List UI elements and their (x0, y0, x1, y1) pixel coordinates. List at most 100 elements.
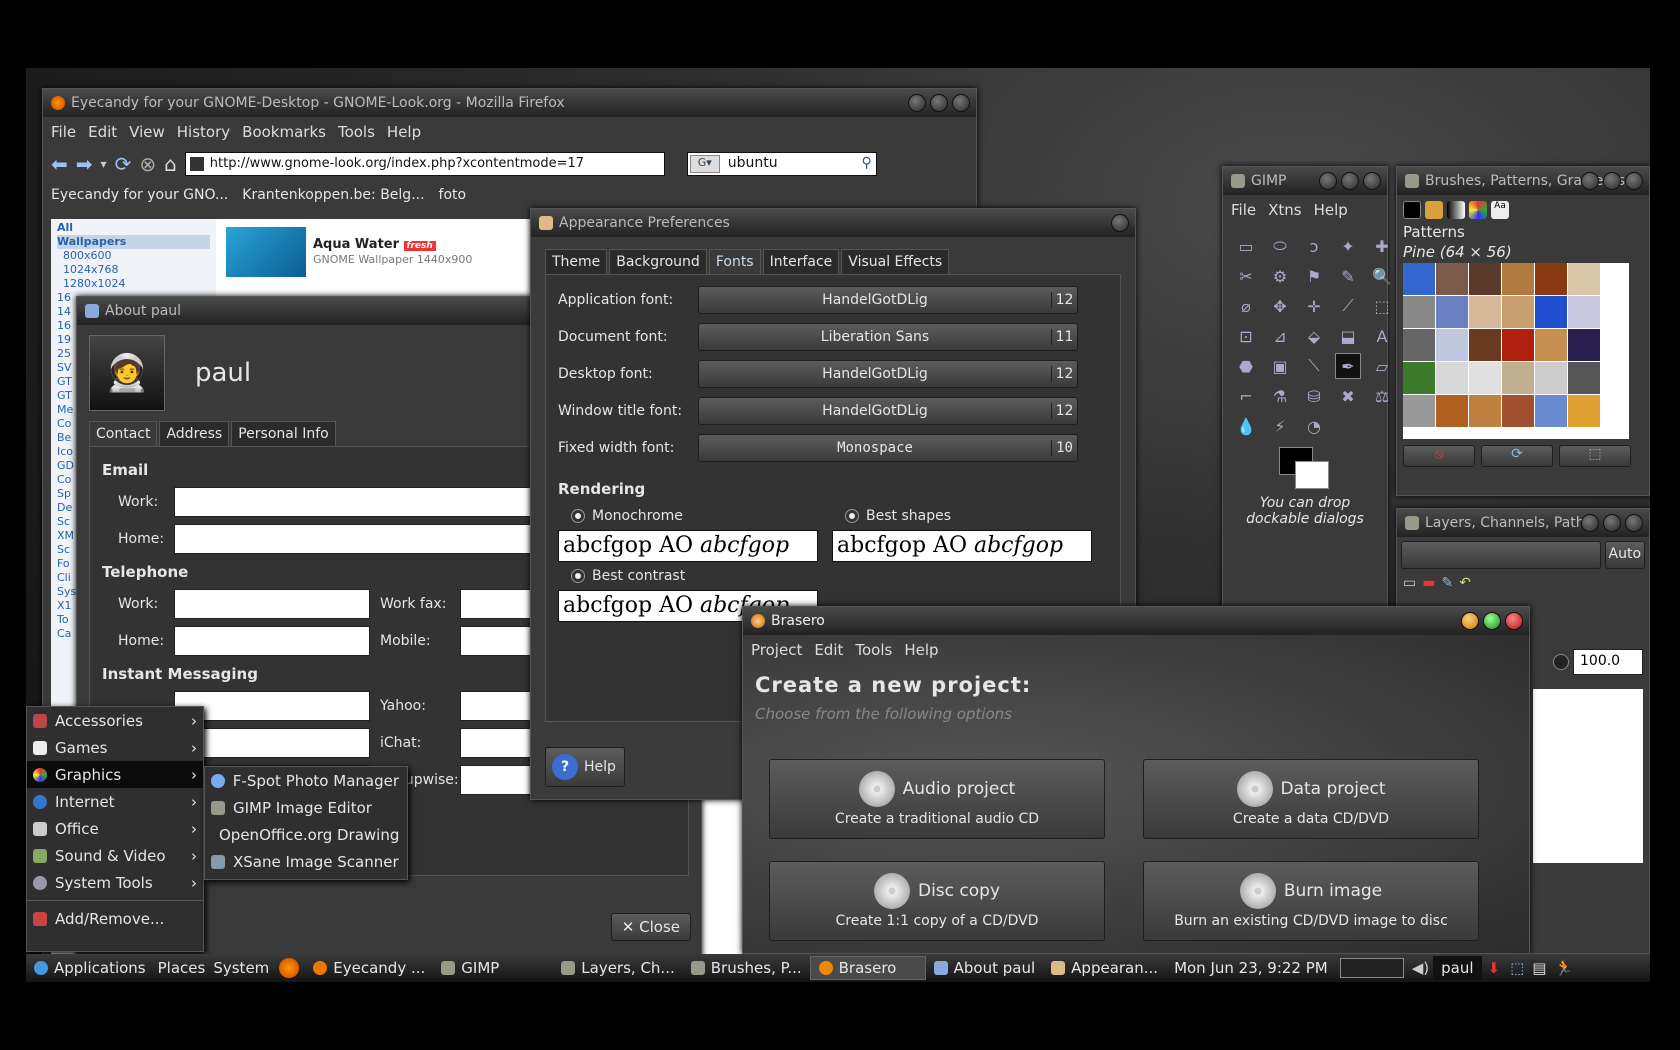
pattern-swatch[interactable] (1469, 362, 1501, 394)
color-swatches[interactable] (1279, 447, 1387, 495)
document-font-button[interactable]: Liberation Sans 11 (698, 322, 1078, 351)
minimize-button[interactable] (1319, 172, 1337, 190)
window-buttons[interactable] (908, 94, 970, 112)
open-pattern-icon[interactable]: ⬚ (1559, 445, 1631, 467)
pattern-swatch[interactable] (1535, 296, 1567, 328)
gimp-tool-icon[interactable]: ⬣ (1233, 353, 1259, 379)
pattern-swatch[interactable] (1436, 296, 1468, 328)
brasero-menu-edit[interactable]: Edit (814, 641, 843, 659)
task-appearance[interactable]: Appearan... (1043, 956, 1166, 980)
back-icon[interactable]: ⬅ (51, 152, 68, 176)
brushes-titlebar[interactable]: Brushes, Patterns, Gradients (1397, 167, 1649, 195)
window-title-font-button[interactable]: HandelGotDLig 12 (698, 396, 1078, 425)
menu-games[interactable]: Games › (27, 734, 203, 761)
forward-icon[interactable]: ➡ (76, 152, 93, 176)
gimp-tool-icon[interactable]: ▱ (1369, 353, 1395, 379)
pattern-swatch[interactable] (1502, 329, 1534, 361)
data-project-button[interactable]: Data project Create a data CD/DVD (1143, 759, 1479, 839)
gimp-tool-icon[interactable]: ▭ (1233, 233, 1259, 259)
background-color[interactable] (1295, 461, 1329, 489)
undo-tab-icon[interactable]: ↶ (1459, 575, 1471, 591)
menu-history[interactable]: History (177, 123, 230, 141)
help-button[interactable]: ? Help (545, 747, 625, 787)
tab-personal-info[interactable]: Personal Info (231, 421, 336, 446)
close-button[interactable]: ✕ Close (610, 913, 691, 941)
gimp-tool-icon[interactable]: ⟋ (1335, 293, 1361, 319)
run-icon[interactable]: 🏃 (1554, 959, 1573, 977)
close-button[interactable] (952, 94, 970, 112)
gimp-tool-icon[interactable]: ✖ (1335, 383, 1361, 409)
best-shapes-radio[interactable]: Best shapes (832, 508, 1092, 524)
sidebar-item[interactable]: 1024x768 (57, 263, 210, 277)
gimp-tool-icon[interactable]: ↄ (1301, 233, 1327, 259)
sidebar-item[interactable]: Wallpapers (57, 235, 210, 249)
layers-titlebar[interactable]: Layers, Channels, Paths (1397, 509, 1649, 537)
workspace-switcher[interactable] (1339, 958, 1404, 978)
pattern-swatch[interactable] (1535, 329, 1567, 361)
tab-theme[interactable]: Theme (545, 249, 608, 274)
task-firefox[interactable]: Eyecandy ... (305, 956, 433, 980)
delete-pattern-icon[interactable]: ⦸ (1403, 445, 1475, 467)
menu-view[interactable]: View (129, 123, 165, 141)
opacity-field[interactable]: 100.0 (1573, 649, 1643, 675)
system-button[interactable]: System (209, 956, 273, 980)
gimp-tool-icon[interactable]: ⚙ (1267, 263, 1293, 289)
gimp-titlebar[interactable]: GIMP (1223, 167, 1387, 195)
brush-tab-icon[interactable] (1403, 201, 1421, 219)
pattern-swatch[interactable] (1568, 296, 1600, 328)
pattern-swatch[interactable] (1535, 263, 1567, 295)
pattern-swatch[interactable] (1568, 263, 1600, 295)
gimp-tool-icon[interactable]: A (1369, 323, 1395, 349)
pattern-swatch[interactable] (1502, 362, 1534, 394)
monochrome-radio[interactable]: Monochrome (558, 508, 818, 524)
gimp-tool-icon[interactable]: ⌀ (1233, 293, 1259, 319)
gimp-tool-icon[interactable]: ✚ (1369, 233, 1395, 259)
pattern-swatch[interactable] (1436, 395, 1468, 427)
maximize-button[interactable] (1603, 514, 1621, 532)
minimize-button[interactable] (1461, 612, 1479, 630)
wallpaper-thumbnail[interactable] (226, 227, 306, 277)
tel-work-field[interactable] (174, 588, 370, 619)
pattern-swatch[interactable] (1535, 395, 1567, 427)
menu-add-remove[interactable]: Add/Remove... (27, 905, 203, 932)
sidebar-item[interactable]: 800x600 (57, 249, 210, 263)
menu-accessories[interactable]: Accessories › (27, 707, 203, 734)
stop-icon[interactable]: ⊗ (139, 152, 156, 176)
pattern-swatch[interactable] (1403, 362, 1435, 394)
gimp-menu-help[interactable]: Help (1314, 201, 1348, 219)
close-button[interactable] (1111, 214, 1129, 232)
pattern-swatch[interactable] (1568, 329, 1600, 361)
menu-gimp[interactable]: GIMP Image Editor (205, 794, 407, 821)
gimp-tool-icon[interactable]: ⬙ (1301, 323, 1327, 349)
gimp-tool-icon[interactable]: ⟍ (1301, 353, 1327, 379)
pattern-tab-icon[interactable] (1425, 201, 1443, 219)
clock[interactable]: Mon Jun 23, 9:22 PM (1166, 956, 1336, 980)
gimp-tool-icon[interactable]: ⬚ (1369, 293, 1395, 319)
pattern-swatch[interactable] (1403, 329, 1435, 361)
minimize-button[interactable] (908, 94, 926, 112)
font-tab-icon[interactable]: Aa (1491, 201, 1509, 219)
menu-system-tools[interactable]: System Tools › (27, 869, 203, 896)
search-icon[interactable]: ⚲ (862, 155, 872, 171)
volume-icon[interactable]: ◀) (1412, 959, 1429, 977)
tel-home-field[interactable] (174, 625, 370, 656)
close-button[interactable] (1625, 514, 1643, 532)
brasero-menu-project[interactable]: Project (751, 641, 802, 659)
firefox-titlebar[interactable]: Eyecandy for your GNOME-Desktop - GNOME-… (43, 89, 976, 117)
history-dropdown-icon[interactable]: ▾ (101, 157, 107, 171)
bookmark-3[interactable]: foto (439, 187, 467, 203)
menu-file[interactable]: File (51, 123, 76, 141)
audio-project-button[interactable]: Audio project Create a traditional audio … (769, 759, 1105, 839)
gimp-tool-icon[interactable]: 🔍 (1369, 263, 1395, 289)
gimp-menu-file[interactable]: File (1231, 201, 1256, 219)
minimize-button[interactable] (1581, 514, 1599, 532)
paths-tab-icon[interactable]: ✎ (1441, 575, 1453, 591)
pattern-swatch[interactable] (1568, 395, 1600, 427)
places-button[interactable]: Places (154, 956, 210, 980)
pattern-swatch[interactable] (1436, 362, 1468, 394)
close-button[interactable] (1505, 612, 1523, 630)
gimp-tool-icon[interactable]: 💧 (1233, 413, 1259, 439)
task-layers[interactable]: Layers, Ch... (553, 956, 682, 980)
gimp-tool-icon[interactable]: ⚗ (1267, 383, 1293, 409)
gimp-tool-icon[interactable]: ⌐ (1233, 383, 1259, 409)
